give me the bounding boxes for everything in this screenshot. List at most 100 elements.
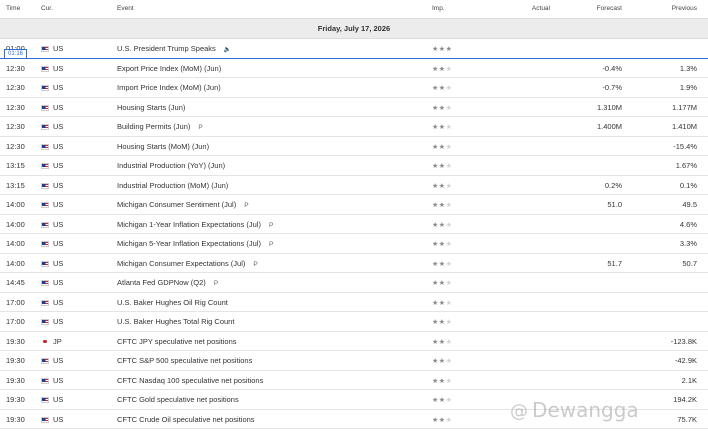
star-icon: ★ <box>432 397 439 404</box>
header-time[interactable]: Time <box>6 5 20 12</box>
forecast-value: -0.7% <box>602 83 622 92</box>
previous-value: -42.9K <box>674 356 697 365</box>
date-separator: Friday, July 17, 2026 <box>0 18 708 39</box>
event-currency: US <box>53 395 64 404</box>
header-forecast[interactable]: Forecast <box>597 5 622 12</box>
table-row[interactable]: 19:30 US CFTC S&P 500 speculative net posi… <box>0 351 708 371</box>
event-name[interactable]: U.S. President Trump Speaks 🔈 <box>117 44 231 53</box>
event-currency: US <box>53 258 64 268</box>
event-name-text[interactable]: Building Permits (Jun) <box>117 122 190 131</box>
event-name-text[interactable]: CFTC Nasdaq 100 speculative net position… <box>117 376 263 385</box>
star-icon: ★ <box>432 221 439 229</box>
event-name-text[interactable]: CFTC Crude Oil speculative net positions <box>117 415 255 424</box>
header-previous[interactable]: Previous <box>672 5 697 12</box>
event-name[interactable]: Housing Starts (MoM) (Jun) <box>117 142 209 151</box>
event-name-text[interactable]: Import Price Index (MoM) (Jun) <box>117 83 221 92</box>
event-name[interactable]: Atlanta Fed GDPNow (Q2) P <box>117 278 218 287</box>
star-icon: ★ <box>432 124 439 131</box>
table-row[interactable]: 17:00 US U.S. Baker Hughes Oil Rig Count ★★… <box>0 293 708 312</box>
event-name[interactable]: CFTC JPY speculative net positions <box>117 337 237 346</box>
header-event[interactable]: Event <box>117 5 134 12</box>
flag-us-icon <box>41 397 49 403</box>
flag-jp-icon <box>41 338 49 345</box>
flag-us-icon <box>41 182 49 189</box>
star-icon: ★ <box>432 65 439 73</box>
event-time: 19:30 <box>6 356 25 365</box>
event-name[interactable]: CFTC Nasdaq 100 speculative net position… <box>117 376 263 385</box>
table-row[interactable]: 17:00 US U.S. Baker Hughes Total Rig Count… <box>0 312 708 332</box>
header-importance[interactable]: Imp. <box>432 5 445 12</box>
importance-stars: ★★★ <box>432 377 452 385</box>
table-row[interactable]: 14:00 US Michigan 1-Year Inflation Expecta… <box>0 215 708 234</box>
table-row[interactable]: 12:30 US Export Price Index (MoM) (Jun) ★★★… <box>0 59 708 78</box>
event-name[interactable]: CFTC Gold speculative net positions <box>117 395 239 404</box>
event-currency: US <box>53 278 64 287</box>
table-row[interactable]: 14:45 US Atlanta Fed GDPNow (Q2) P ★★★ <box>0 273 708 293</box>
star-icon: ★ <box>438 319 446 326</box>
event-currency: JP <box>53 336 62 346</box>
event-name[interactable]: Housing Starts (Jun) <box>117 103 185 112</box>
table-row[interactable]: 13:15 US Industrial Production (MoM) (Jun)… <box>0 176 708 195</box>
event-name-text[interactable]: U.S. Baker Hughes Total Rig Count <box>117 317 234 326</box>
event-name[interactable]: CFTC S&P 500 speculative net positions <box>117 356 252 365</box>
importance-stars: ★★★ <box>432 123 452 131</box>
header-currency[interactable]: Cur. <box>41 5 53 12</box>
event-time: 19:30 <box>6 336 25 346</box>
speaker-icon: 🔈 <box>223 47 232 53</box>
star-icon: ★ <box>432 46 439 53</box>
table-row[interactable]: 14:00 US Michigan Consumer Sentiment (Jul)… <box>0 195 708 215</box>
event-name-text[interactable]: Michigan 5-Year Inflation Expectations (… <box>117 239 261 248</box>
importance-stars: ★★★ <box>432 240 452 248</box>
event-name-text[interactable]: U.S. President Trump Speaks <box>117 44 216 53</box>
event-name-text[interactable]: Industrial Production (YoY) (Jun) <box>117 161 225 170</box>
event-name[interactable]: Building Permits (Jun) P <box>117 122 203 131</box>
event-currency: US <box>53 200 64 209</box>
event-name[interactable]: Import Price Index (MoM) (Jun) <box>117 83 221 92</box>
event-name[interactable]: Industrial Production (MoM) (Jun) <box>117 181 228 190</box>
event-time: 12:30 <box>6 63 25 73</box>
event-name-text[interactable]: CFTC Gold speculative net positions <box>117 395 239 404</box>
header-actual[interactable]: Actual <box>532 5 550 12</box>
event-name-text[interactable]: Michigan Consumer Expectations (Jul) <box>117 259 245 268</box>
event-name[interactable]: CFTC Crude Oil speculative net positions <box>117 415 255 424</box>
event-currency: US <box>53 83 64 92</box>
event-name-text[interactable]: Export Price Index (MoM) (Jun) <box>117 64 221 73</box>
event-name-text[interactable]: Housing Starts (MoM) (Jun) <box>117 142 209 151</box>
table-row[interactable]: 12:30 US Housing Starts (MoM) (Jun) ★★★ -15.… <box>0 137 708 156</box>
star-icon: ★ <box>438 104 446 112</box>
event-currency: US <box>53 356 64 365</box>
event-name[interactable]: Michigan 5-Year Inflation Expectations (… <box>117 239 273 248</box>
table-row[interactable]: 19:30 JP CFTC JPY speculative net position… <box>0 332 708 351</box>
flag-us-icon <box>41 65 49 72</box>
star-icon: ★ <box>432 280 439 287</box>
event-time: 13:15 <box>6 180 25 190</box>
event-name-text[interactable]: Michigan 1-Year Inflation Expectations (… <box>117 220 261 229</box>
table-row[interactable]: 14:00 US Michigan Consumer Expectations (J… <box>0 254 708 273</box>
event-name[interactable]: U.S. Baker Hughes Oil Rig Count <box>117 298 228 307</box>
table-row[interactable]: 01:00USU.S. President Trump Speaks🔈★★★ <box>0 39 708 59</box>
table-row[interactable]: 14:00 US Michigan 5-Year Inflation Expecta… <box>0 234 708 254</box>
event-name-text[interactable]: U.S. Baker Hughes Oil Rig Count <box>117 298 228 307</box>
event-name-text[interactable]: Michigan Consumer Sentiment (Jul) <box>117 200 236 209</box>
event-name[interactable]: Michigan Consumer Expectations (Jul) P <box>117 259 258 268</box>
event-name-text[interactable]: CFTC JPY speculative net positions <box>117 337 237 346</box>
watermark-symbol: @ <box>510 401 528 422</box>
event-name[interactable]: Export Price Index (MoM) (Jun) <box>117 64 221 73</box>
event-name[interactable]: Michigan Consumer Sentiment (Jul) P <box>117 200 249 209</box>
flag-us-icon <box>41 260 49 267</box>
event-name-text[interactable]: CFTC S&P 500 speculative net positions <box>117 356 252 365</box>
star-icon: ★ <box>445 124 453 131</box>
event-name-text[interactable]: Atlanta Fed GDPNow (Q2) <box>117 278 206 287</box>
table-row[interactable]: 12:30 US Building Permits (Jun) P ★★★ 1.400M 1… <box>0 117 708 137</box>
table-row[interactable]: 12:30 US Housing Starts (Jun) ★★★ 1.310M 1.17… <box>0 98 708 117</box>
table-row[interactable]: 13:15 US Industrial Production (YoY) (Jun)… <box>0 156 708 176</box>
table-row[interactable]: 19:30 US CFTC Nasdaq 100 speculative net p… <box>0 371 708 390</box>
event-name[interactable]: Michigan 1-Year Inflation Expectations (… <box>117 220 273 229</box>
table-row[interactable]: 12:30 US Import Price Index (MoM) (Jun) ★★★… <box>0 78 708 98</box>
event-name[interactable]: Industrial Production (YoY) (Jun) <box>117 161 225 170</box>
event-name[interactable]: U.S. Baker Hughes Total Rig Count <box>117 317 234 326</box>
event-name-text[interactable]: Housing Starts (Jun) <box>117 103 185 112</box>
event-name-text[interactable]: Industrial Production (MoM) (Jun) <box>117 181 228 190</box>
importance-stars: ★★★ <box>432 279 452 287</box>
importance-stars: ★★★ <box>432 338 452 346</box>
